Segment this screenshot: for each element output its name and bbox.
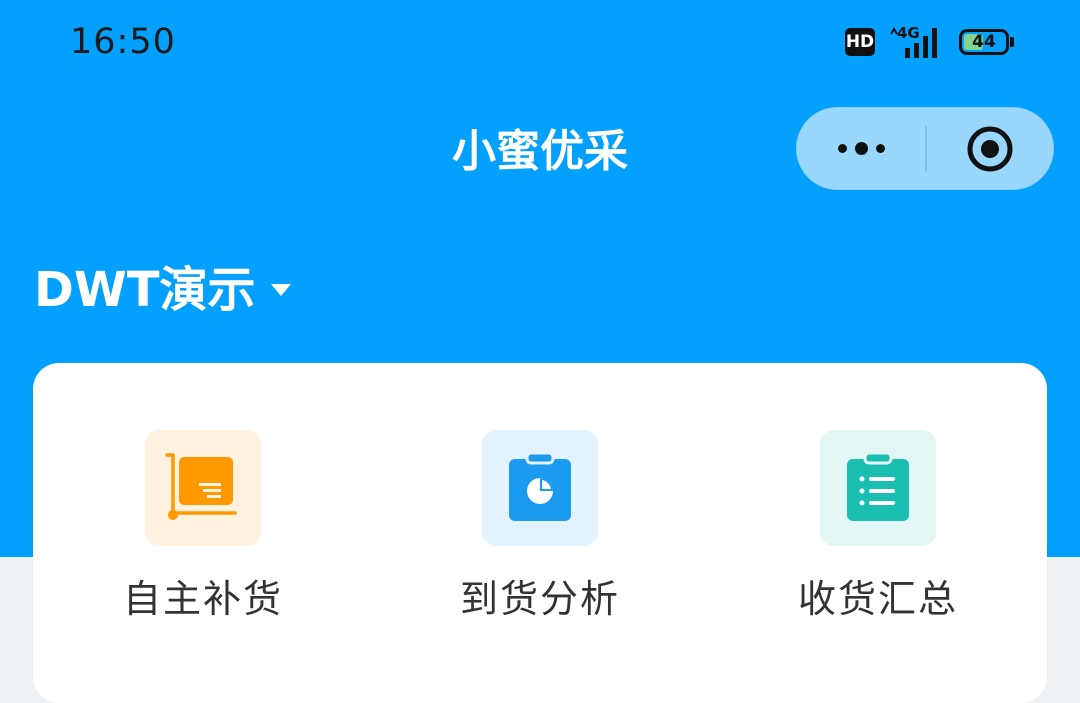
status-time: 16:50 bbox=[70, 22, 176, 62]
dropdown-caret-icon bbox=[270, 284, 291, 296]
arrival-analysis-icon bbox=[509, 453, 571, 521]
close-target-icon bbox=[967, 126, 1013, 171]
receipt-summary-icon-box bbox=[820, 430, 936, 546]
more-dots-icon bbox=[837, 142, 885, 155]
battery-tip bbox=[1010, 37, 1014, 47]
menu-label-receipt-summary: 收货汇总 bbox=[797, 577, 958, 621]
menu-item-replenish[interactable]: 自主补货 bbox=[63, 430, 343, 622]
menu-item-arrival-analysis[interactable]: 到货分析 bbox=[400, 430, 680, 622]
more-button[interactable] bbox=[797, 108, 925, 189]
close-button[interactable] bbox=[927, 108, 1053, 189]
hd-icon: HD bbox=[845, 28, 875, 56]
replenish-icon-box bbox=[145, 430, 261, 546]
store-selector[interactable]: DWT演示 bbox=[34, 262, 292, 318]
menu-label-arrival-analysis: 到货分析 bbox=[459, 577, 620, 621]
store-name: DWT演示 bbox=[34, 262, 256, 318]
arrival-analysis-icon-box bbox=[482, 430, 598, 546]
battery-icon: 44 bbox=[959, 29, 1009, 55]
replenish-cart-icon bbox=[165, 453, 237, 520]
miniprogram-capsule bbox=[796, 107, 1054, 190]
menu-label-replenish: 自主补货 bbox=[122, 577, 283, 621]
signal-icon: 4G bbox=[889, 24, 945, 58]
status-icons: HD 4G 44 bbox=[845, 24, 1014, 60]
function-card: 自主补货 到货分析 收货汇总 bbox=[33, 363, 1047, 703]
receipt-summary-icon bbox=[847, 453, 909, 521]
menu-item-receipt-summary[interactable]: 收货汇总 bbox=[738, 430, 1018, 622]
battery-level: 44 bbox=[972, 32, 996, 52]
